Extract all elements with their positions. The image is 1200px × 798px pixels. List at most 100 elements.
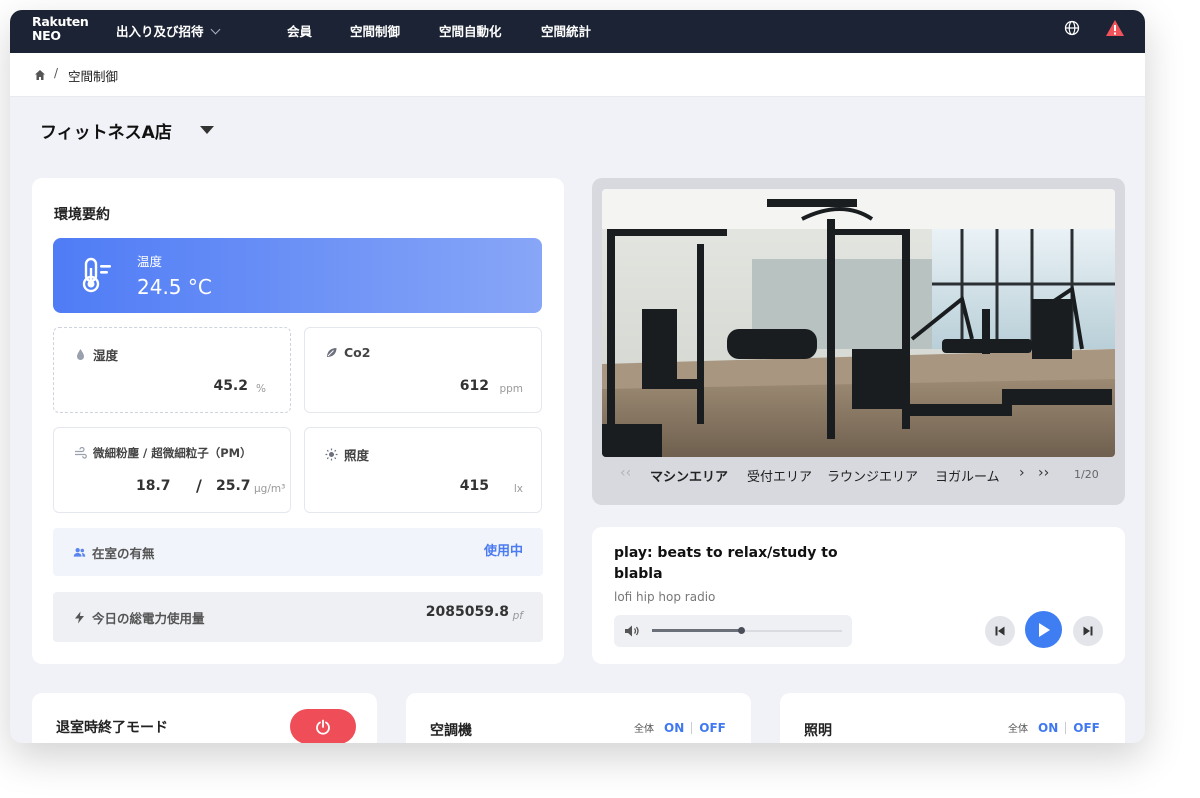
logo[interactable]: Rakuten NEO: [32, 15, 89, 43]
divider: [691, 721, 693, 734]
caret-down-icon[interactable]: [200, 126, 214, 134]
area-tabs: ‹‹ マシンエリア 受付エリア ラウンジエリア ヨガルーム › ›› 1/20: [592, 465, 1125, 486]
humidity-unit: %: [256, 383, 266, 395]
tab-machine-area[interactable]: マシンエリア: [650, 466, 728, 485]
area-gallery-card: ‹‹ マシンエリア 受付エリア ラウンジエリア ヨガルーム › ›› 1/20: [592, 178, 1125, 505]
aircon-card: 空調機 全体 ON OFF: [406, 693, 751, 743]
tab-lounge-area[interactable]: ラウンジエリア: [827, 466, 918, 485]
lighting-off-button[interactable]: OFF: [1073, 721, 1100, 735]
breadcrumb-separator: /: [54, 66, 59, 80]
occupancy-label: 在室の有無: [92, 546, 155, 561]
page-indicator: 1/20: [1074, 468, 1099, 481]
co2-label-row: Co2: [325, 345, 370, 360]
home-icon[interactable]: [34, 69, 46, 81]
top-nav: Rakuten NEO 出入り及び招待 会員 空間制御 空間自動化 空間統計: [10, 10, 1145, 53]
lightning-icon: [75, 611, 84, 624]
aircon-all-label: 全体: [634, 724, 654, 735]
app-window: Rakuten NEO 出入り及び招待 会員 空間制御 空間自動化 空間統計 /…: [10, 10, 1145, 743]
humidity-label: 湿度: [93, 348, 119, 363]
tab-reception-area[interactable]: 受付エリア: [747, 466, 812, 485]
environment-title: 環境要約: [54, 207, 110, 223]
power-label: 今日の総電力使用量: [92, 611, 205, 626]
pm-label-row: 微細粉塵 / 超微細粒子（PM）: [74, 445, 252, 461]
divider: [1065, 721, 1067, 734]
chevron-down-icon: [210, 24, 220, 35]
music-player-card: play: beats to relax/study to blabla lof…: [592, 527, 1125, 664]
illuminance-tile: 照度 415 lx: [304, 427, 542, 513]
skip-forward-icon: [1083, 626, 1093, 636]
thermometer-icon: [82, 257, 111, 293]
lighting-on-button[interactable]: ON: [1038, 721, 1058, 735]
temperature-value: 24.5 °C: [137, 275, 212, 299]
last-area-button[interactable]: ››: [1038, 465, 1049, 481]
occupancy-label-row: 在室の有無: [73, 543, 155, 562]
pm-value-ultrafine: 25.7: [216, 478, 251, 494]
play-icon: [1038, 622, 1050, 637]
skip-back-icon: [995, 626, 1005, 636]
lighting-all-label: 全体: [1008, 724, 1028, 735]
pm-value-fine: 18.7: [136, 478, 171, 494]
exit-mode-title: 退室時終了モード: [56, 720, 168, 736]
exit-mode-power-button[interactable]: [290, 709, 356, 743]
tab-yoga-room[interactable]: ヨガルーム: [935, 466, 1000, 485]
people-icon: [73, 548, 86, 557]
exit-mode-card: 退室時終了モード: [32, 693, 377, 743]
aircon-off-button[interactable]: OFF: [699, 721, 726, 735]
nav-item-space-automation[interactable]: 空間自動化: [439, 21, 502, 40]
gym-photo: [602, 189, 1115, 457]
logo-line2: NEO: [32, 28, 61, 43]
illuminance-label: 照度: [344, 448, 370, 463]
temperature-label: 温度: [137, 254, 163, 269]
play-button[interactable]: [1025, 611, 1062, 648]
water-drop-icon: [77, 349, 84, 360]
occupancy-row: 在室の有無 使用中: [53, 528, 543, 576]
pm-separator: /: [196, 476, 202, 495]
co2-value: 612: [459, 378, 489, 394]
power-label-row: 今日の総電力使用量: [73, 608, 205, 627]
volume-knob[interactable]: [738, 627, 746, 634]
previous-track-button[interactable]: [985, 616, 1015, 646]
next-track-button[interactable]: [1073, 616, 1103, 646]
store-selector[interactable]: フィットネスA店: [40, 118, 172, 143]
pm-label: 微細粉塵 / 超微細粒子（PM）: [93, 446, 252, 460]
sun-icon: [325, 448, 338, 461]
power-value: 2085059.8: [425, 604, 509, 620]
co2-tile: Co2 612 ppm: [304, 327, 542, 413]
nav-item-space-control[interactable]: 空間制御: [350, 21, 400, 40]
illuminance-value: 415: [459, 478, 489, 494]
wind-icon: [75, 446, 87, 459]
pm-tile: 微細粉塵 / 超微細粒子（PM） 18.7 / 25.7 μg/m³: [53, 427, 291, 513]
nav-item-entry-invite[interactable]: 出入り及び招待: [116, 21, 220, 40]
lighting-title: 照明: [804, 723, 832, 739]
prev-area-button[interactable]: ‹‹: [620, 465, 631, 481]
nav-item-space-stats[interactable]: 空間統計: [541, 21, 591, 40]
lighting-toggle: 全体 ON OFF: [1008, 720, 1100, 736]
leaf-icon: [327, 348, 337, 357]
aircon-toggle: 全体 ON OFF: [634, 720, 726, 736]
globe-icon[interactable]: [1064, 20, 1080, 36]
power-icon: [316, 719, 330, 735]
next-area-button[interactable]: ›: [1019, 465, 1025, 481]
aircon-on-button[interactable]: ON: [664, 721, 684, 735]
co2-unit: ppm: [499, 383, 523, 395]
track-title: play: beats to relax/study to blabla: [614, 545, 838, 582]
illuminance-unit: lx: [513, 483, 523, 495]
breadcrumb-current: 空間制御: [68, 69, 119, 84]
station-name: lofi hip hop radio: [614, 590, 716, 604]
humidity-value: 45.2: [213, 378, 248, 394]
lighting-card: 照明 全体 ON OFF: [780, 693, 1125, 743]
environment-summary-card: 環境要約 温度 24.5 °C 湿度 45.2 % Co2 612 ppm 微細…: [32, 178, 564, 664]
alert-icon[interactable]: [1105, 19, 1125, 37]
power-unit: pf: [512, 610, 523, 622]
nav-item-members[interactable]: 会員: [287, 21, 312, 40]
pm-unit: μg/m³: [254, 483, 286, 495]
volume-fill: [652, 629, 742, 632]
aircon-title: 空調機: [430, 723, 472, 739]
speaker-icon[interactable]: [624, 624, 640, 638]
volume-control[interactable]: [614, 615, 852, 647]
temperature-tile: 温度 24.5 °C: [53, 238, 542, 313]
logo-line1: Rakuten: [32, 14, 89, 29]
occupancy-status: 使用中: [483, 544, 523, 559]
co2-label: Co2: [344, 345, 371, 360]
humidity-tile: 湿度 45.2 %: [53, 327, 291, 413]
